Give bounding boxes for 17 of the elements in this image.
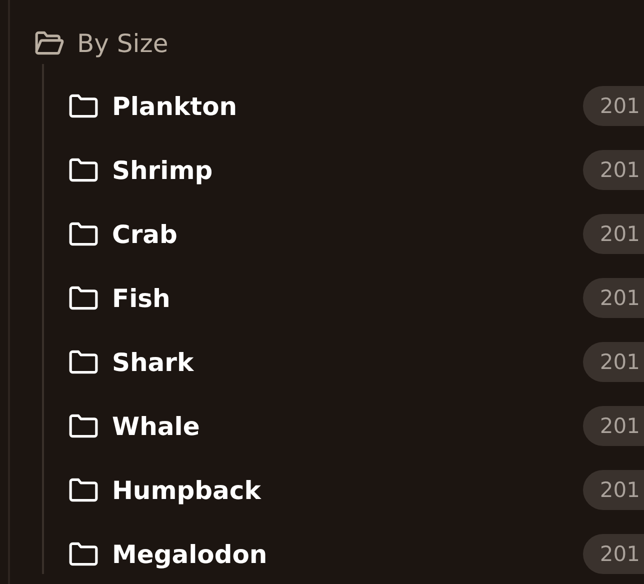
count-badge: 201 (582, 150, 644, 190)
count-badge: 201 (582, 406, 644, 446)
folder-label[interactable]: Fish (112, 284, 170, 312)
count-badge: 201 (582, 278, 644, 318)
folder-label[interactable]: Plankton (112, 92, 238, 120)
count-badge: 201 (582, 86, 644, 126)
folder-label[interactable]: Humpback (112, 476, 261, 504)
count-badge: 201 (582, 470, 644, 510)
folder-label[interactable]: Shark (112, 348, 194, 376)
count-badge: 201 (582, 342, 644, 382)
count-badge: 201 (582, 534, 644, 574)
group-label[interactable]: By Size (77, 28, 168, 58)
folder-label[interactable]: Crab (112, 220, 178, 248)
folder-label[interactable]: Whale (112, 412, 200, 440)
count-badge: 201 (582, 214, 644, 254)
folder-label[interactable]: Shrimp (112, 156, 213, 184)
folder-label[interactable]: Megalodon (112, 540, 268, 568)
